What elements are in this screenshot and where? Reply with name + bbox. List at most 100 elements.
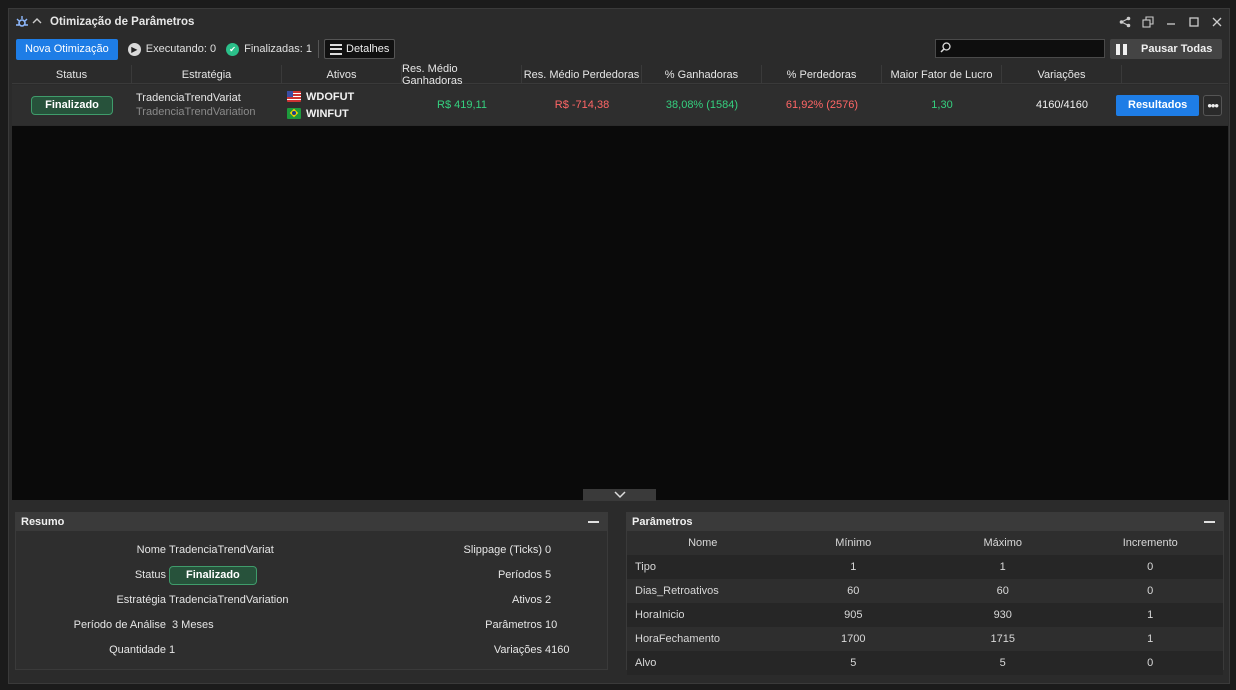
assets-cell: WDOFUT WINFUT — [282, 85, 402, 125]
param-step: 1 — [1147, 633, 1154, 645]
summary-label: Ativos — [512, 594, 542, 606]
summary-value: 4160 — [545, 644, 570, 656]
summary-panel-header: Resumo — [16, 513, 607, 531]
window-controls — [1118, 9, 1223, 35]
avg-loss-cell: R$ -714,38 — [554, 99, 610, 111]
param-max: 5 — [999, 657, 1006, 669]
results-list-area — [12, 126, 1228, 500]
summary-value: 0 — [545, 544, 552, 556]
column-header[interactable]: Status — [12, 65, 132, 84]
column-header[interactable]: % Perdedoras — [762, 65, 882, 84]
summary-status-row: Status Finalizado — [16, 564, 257, 586]
details-button[interactable]: Detalhes — [324, 39, 396, 59]
close-icon[interactable] — [1210, 16, 1223, 29]
parameters-header-row: Nome Mínimo Máximo Incremento — [627, 531, 1223, 555]
param-max: 60 — [996, 585, 1009, 597]
strategy-cell: TradenciaTrendVariat TradenciaTrendVaria… — [132, 85, 282, 125]
summary-value: 3 Meses — [172, 619, 214, 631]
toolbar-divider — [318, 40, 319, 58]
table-row[interactable]: Finalizado TradenciaTrendVariat Tradenci… — [12, 85, 1228, 125]
column-header[interactable]: Incremento — [1077, 537, 1223, 549]
summary-label: Período de Análise — [73, 619, 166, 631]
summary-period-row: Período de Análise 3 Meses — [16, 614, 214, 636]
param-name: HoraInicio — [635, 609, 685, 621]
summary-label: Variações — [493, 644, 542, 656]
details-list-icon — [330, 43, 342, 55]
chevron-down-icon — [613, 491, 626, 499]
table-row[interactable]: HoraInicio 905 930 1 — [627, 603, 1223, 627]
table-row[interactable]: Tipo 1 1 0 — [627, 555, 1223, 579]
param-name: HoraFechamento — [635, 633, 720, 645]
column-header[interactable]: % Ganhadoras — [642, 65, 762, 84]
param-min: 5 — [850, 657, 857, 669]
param-step: 0 — [1147, 585, 1154, 597]
table-row[interactable]: Alvo 5 5 0 — [627, 651, 1223, 675]
summary-quantity-row: Quantidade 1 — [16, 639, 175, 661]
search-input[interactable] — [954, 42, 1104, 55]
pct-win-cell: 38,08% (1584) — [665, 99, 739, 111]
toolbar: Nova Otimização ▶ Executando: 0 ✔ Finali… — [9, 37, 1229, 61]
asset-symbol: WDOFUT — [306, 90, 355, 103]
summary-variations-row: Variações 4160 — [316, 639, 570, 661]
summary-label: Estratégia — [116, 594, 166, 606]
summary-value: 2 — [545, 594, 552, 606]
check-icon: ✔ — [226, 42, 240, 56]
panel-toggle-handle[interactable] — [583, 489, 656, 501]
summary-periods-row: Períodos 5 — [316, 564, 551, 586]
chevron-up-icon[interactable] — [32, 17, 42, 28]
summary-label: Nome — [136, 544, 166, 556]
parameters-panel: Parâmetros Nome Mínimo Máximo Incremento… — [626, 512, 1224, 675]
asset-item: WINFUT — [287, 105, 349, 122]
summary-value: TradenciaTrendVariation — [169, 594, 289, 606]
more-options-button[interactable]: ••• — [1203, 94, 1222, 116]
summary-strategy-row: Estratégia TradenciaTrendVariation — [16, 589, 288, 611]
column-header[interactable]: Ativos — [282, 65, 402, 84]
summary-value: 10 — [545, 619, 558, 631]
strategy-full-name: TradenciaTrendVariation — [136, 106, 256, 118]
summary-params-row: Parâmetros 10 — [316, 614, 557, 636]
param-name: Tipo — [635, 561, 656, 573]
maximize-icon[interactable] — [1187, 16, 1200, 29]
summary-label: Quantidade — [109, 644, 166, 656]
minimize-panel-icon[interactable] — [588, 521, 599, 523]
detach-window-icon[interactable] — [1141, 16, 1154, 29]
column-header[interactable]: Res. Médio Ganhadoras — [402, 63, 522, 87]
running-status: ▶ Executando: 0 — [127, 42, 217, 56]
column-header[interactable]: Maior Fator de Lucro — [882, 65, 1002, 84]
optimization-app-icon — [15, 15, 29, 29]
actions-cell: Resultados ••• — [1116, 85, 1222, 125]
summary-value: TradenciaTrendVariat — [169, 544, 274, 556]
window-title: Otimização de Parâmetros — [50, 16, 195, 28]
summary-assets-row: Ativos 2 — [316, 589, 551, 611]
status-cell: Finalizado — [12, 85, 132, 125]
column-header[interactable]: Mínimo — [778, 537, 928, 549]
new-optimization-button[interactable]: Nova Otimização — [16, 38, 118, 60]
pause-icon — [1116, 43, 1127, 55]
finished-count: 1 — [305, 43, 312, 55]
summary-label: Períodos — [497, 569, 542, 581]
summary-label: Status — [134, 569, 166, 581]
column-header[interactable]: Res. Médio Perdedoras — [522, 65, 642, 84]
column-header[interactable]: Nome — [627, 537, 778, 549]
column-header[interactable]: Variações — [1002, 65, 1122, 84]
parameters-panel-header: Parâmetros — [627, 513, 1223, 531]
column-header[interactable]: Máximo — [928, 537, 1078, 549]
status-badge: Finalizado — [31, 95, 113, 115]
running-count: 0 — [209, 43, 217, 55]
column-header[interactable]: Estratégia — [132, 65, 282, 84]
optimization-window: Otimização de Parâmetros Nova Otimização… — [8, 8, 1230, 684]
column-header — [1122, 65, 1228, 84]
param-name: Alvo — [635, 657, 657, 669]
minimize-icon[interactable] — [1164, 16, 1177, 29]
table-row[interactable]: Dias_Retroativos 60 60 0 — [627, 579, 1223, 603]
param-min: 60 — [847, 585, 860, 597]
search-box[interactable] — [935, 39, 1105, 58]
minimize-panel-icon[interactable] — [1204, 521, 1215, 523]
pause-all-button[interactable]: Pausar Todas — [1110, 39, 1222, 59]
running-label: Executando: — [145, 43, 207, 55]
status-badge: Finalizado — [169, 565, 257, 585]
results-button[interactable]: Resultados — [1116, 94, 1200, 116]
summary-value: 1 — [169, 644, 176, 656]
table-row[interactable]: HoraFechamento 1700 1715 1 — [627, 627, 1223, 651]
share-icon[interactable] — [1118, 16, 1131, 29]
